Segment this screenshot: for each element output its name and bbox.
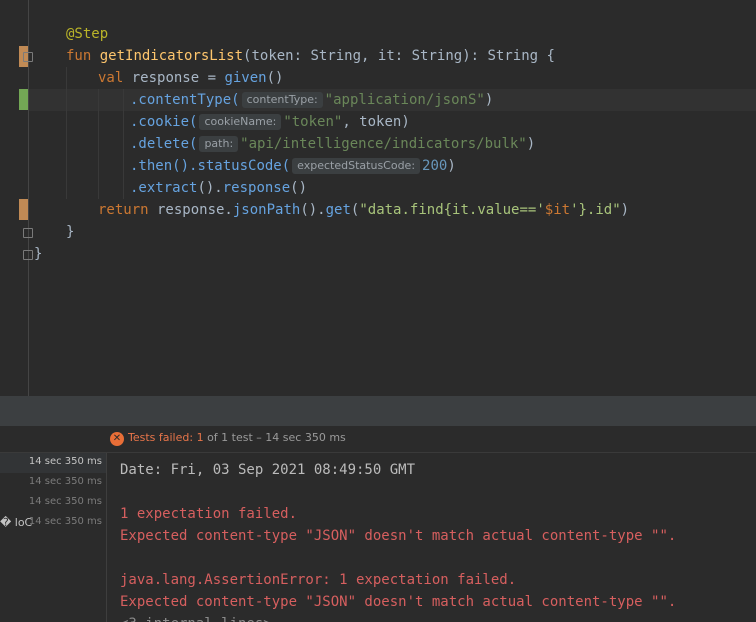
- paren: ): [447, 158, 456, 174]
- indent-guide: [123, 89, 124, 199]
- console-error-line: Expected content-type "JSON" doesn't mat…: [120, 594, 677, 610]
- error-circle-icon: ✕: [110, 432, 124, 446]
- code-line-8[interactable]: .extract().response(): [130, 177, 307, 199]
- string-literal: "application/jsonS": [324, 92, 485, 108]
- fold-icon[interactable]: [23, 228, 33, 238]
- indent-guide: [66, 67, 67, 199]
- paren: ): [620, 202, 630, 218]
- method-call: jsonPath: [232, 202, 301, 218]
- test-duration: 14 sec 350 ms: [28, 496, 102, 507]
- brace: }: [34, 246, 43, 262]
- console-error-line: 1 expectation failed.: [120, 506, 298, 522]
- receiver: response.: [148, 202, 233, 218]
- string-template: $it: [544, 202, 571, 218]
- code-line-6[interactable]: .delete(path: "api/intelligence/indicator…: [130, 133, 535, 155]
- string-literal: "token": [283, 114, 343, 130]
- args: , token): [342, 114, 410, 130]
- code-line-4[interactable]: .contentType(contentType: "application/js…: [130, 89, 493, 111]
- test-duration: 14 sec 350 ms: [28, 456, 102, 467]
- test-tree[interactable]: 14 sec 350 ms 14 sec 350 ms 14 sec 350 m…: [0, 453, 107, 622]
- parens: ().: [300, 202, 326, 218]
- console-error-line: Expected content-type "JSON" doesn't mat…: [120, 528, 677, 544]
- method-call: response: [222, 180, 291, 196]
- parens: (): [290, 180, 308, 196]
- parameter-hint: expectedStatusCode:: [292, 158, 421, 174]
- parens: ().: [197, 180, 223, 196]
- panel-divider[interactable]: [0, 396, 756, 426]
- brace: {: [538, 48, 555, 64]
- parens: (): [266, 70, 284, 86]
- function-name: getIndicatorsList: [99, 48, 244, 64]
- test-status-bar: ✕ Tests failed: 1 of 1 test – 14 sec 350…: [0, 426, 756, 452]
- brace: }: [66, 224, 75, 240]
- test-name: � loC: [0, 516, 33, 529]
- type-name: String: [411, 48, 463, 64]
- parameter-hint: contentType:: [241, 92, 323, 108]
- method-call: .then: [130, 158, 173, 174]
- test-tree-row[interactable]: 14 sec 350 ms: [0, 493, 106, 513]
- gutter-change-marker[interactable]: [19, 199, 28, 220]
- method-call: given: [224, 70, 267, 86]
- test-status-text: Tests failed: 1 of 1 test – 14 sec 350 m…: [128, 431, 346, 444]
- annotation: @Step: [66, 26, 109, 42]
- test-tree-row[interactable]: 14 sec 350 ms: [0, 473, 106, 493]
- test-summary: of 1 test – 14 sec 350 ms: [203, 431, 346, 444]
- return-type: String: [487, 48, 539, 64]
- method-call: .contentType(: [130, 92, 240, 108]
- code-line-1[interactable]: @Step: [66, 23, 108, 45]
- test-tree-row[interactable]: � loC 14 sec 350 ms: [0, 513, 106, 533]
- string-literal: "api/intelligence/indicators/bulk": [240, 136, 527, 152]
- code-line-11[interactable]: }: [34, 243, 42, 265]
- parameter-hint: cookieName:: [199, 114, 282, 130]
- code-line-9[interactable]: return response.jsonPath().get("data.fin…: [98, 199, 629, 221]
- indent-guide: [98, 89, 99, 199]
- gutter-added-marker[interactable]: [19, 89, 28, 110]
- code-editor[interactable]: @Step fun getIndicatorsList(token: Strin…: [0, 0, 756, 396]
- method-call: .delete(: [130, 136, 198, 152]
- string-literal: "data.find{it.value==': [359, 202, 545, 218]
- parameter-hint: path:: [199, 136, 239, 152]
- fold-icon[interactable]: [23, 250, 33, 260]
- keyword: return: [98, 202, 149, 218]
- code-line-7[interactable]: .then().statusCode(expectedStatusCode: 20…: [130, 155, 456, 177]
- internal-lines-fold[interactable]: <3 internal lines>: [120, 613, 272, 622]
- console-error-line: java.lang.AssertionError: 1 expectation …: [120, 572, 517, 588]
- keyword: fun: [66, 48, 92, 64]
- keyword: val: [98, 70, 124, 86]
- method-call: .cookie(: [130, 114, 198, 130]
- test-tree-row[interactable]: 14 sec 350 ms: [0, 453, 106, 473]
- params: (token:: [243, 48, 311, 64]
- console-output[interactable]: Date: Fri, 03 Sep 2021 08:49:50 GMT 1 ex…: [107, 453, 756, 622]
- method-call: ().statusCode(: [172, 158, 291, 174]
- console-line: Date: Fri, 03 Sep 2021 08:49:50 GMT: [120, 462, 416, 478]
- method-call: get: [325, 202, 351, 218]
- code-line-3[interactable]: val response = given(): [98, 67, 283, 89]
- params: , it:: [361, 48, 412, 64]
- method-call: .extract: [130, 180, 198, 196]
- code-line-5[interactable]: .cookie(cookieName: "token", token): [130, 111, 410, 133]
- test-duration: 14 sec 350 ms: [28, 516, 102, 527]
- number-literal: 200: [422, 158, 448, 174]
- declaration: response =: [123, 70, 225, 86]
- paren: ): [526, 136, 536, 152]
- fold-icon[interactable]: [23, 52, 33, 62]
- params: ):: [462, 48, 488, 64]
- tests-failed-label: Tests failed: 1: [128, 431, 204, 444]
- paren: ): [484, 92, 494, 108]
- test-duration: 14 sec 350 ms: [28, 476, 102, 487]
- string-literal: '}.id": [570, 202, 621, 218]
- code-line-2[interactable]: fun getIndicatorsList(token: String, it:…: [66, 45, 555, 67]
- code-line-10[interactable]: }: [66, 221, 74, 243]
- type-name: String: [310, 48, 362, 64]
